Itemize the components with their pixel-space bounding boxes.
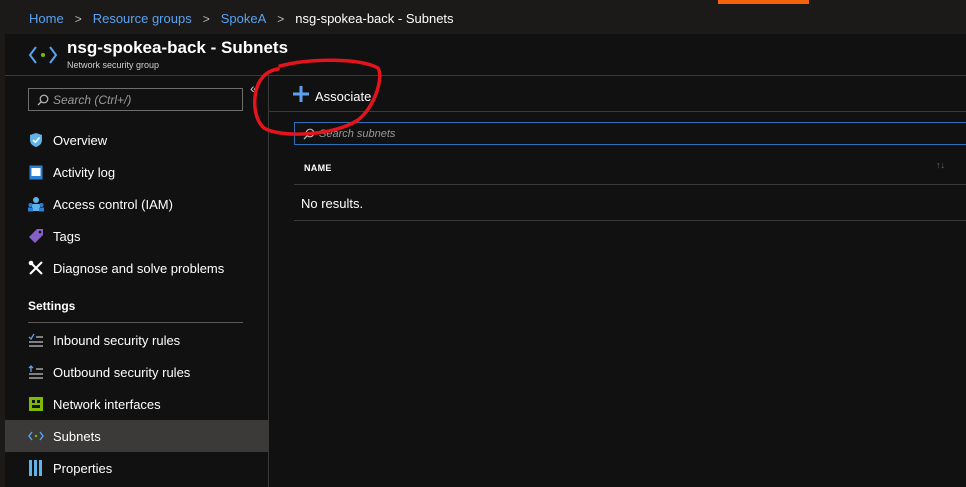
search-icon bbox=[303, 127, 315, 145]
main-content: Associate NAME ↑↓ No results. bbox=[269, 76, 966, 487]
network-interface-icon bbox=[28, 396, 44, 412]
search-icon bbox=[37, 93, 49, 111]
sidebar-item-label: Activity log bbox=[53, 164, 116, 180]
sidebar-item-access-control[interactable]: Access control (IAM) bbox=[5, 188, 268, 220]
breadcrumb-spokea[interactable]: SpokeA bbox=[221, 11, 267, 26]
menu-search-box[interactable] bbox=[28, 88, 243, 111]
shield-icon bbox=[28, 132, 44, 148]
sidebar-item-diagnose[interactable]: Diagnose and solve problems bbox=[5, 252, 268, 284]
subnet-search-box[interactable] bbox=[294, 122, 966, 145]
subnet-icon bbox=[28, 428, 44, 444]
activity-log-icon bbox=[28, 164, 44, 180]
sidebar-item-label: Access control (IAM) bbox=[53, 196, 173, 212]
subnet-search-input[interactable] bbox=[319, 123, 959, 144]
sidebar-item-properties[interactable]: Properties bbox=[5, 452, 268, 484]
menu-search-input[interactable] bbox=[53, 89, 233, 110]
chevron-right-icon: > bbox=[74, 11, 82, 26]
breadcrumb-current: nsg-spokea-back - Subnets bbox=[295, 11, 454, 26]
chevron-right-icon: > bbox=[277, 11, 285, 26]
associate-button[interactable]: Associate bbox=[293, 86, 371, 107]
sidebar-item-activity-log[interactable]: Activity log bbox=[5, 156, 268, 188]
network-security-group-icon bbox=[28, 42, 58, 73]
sidebar-item-network-interfaces[interactable]: Network interfaces bbox=[5, 388, 268, 420]
outbound-rules-icon bbox=[28, 364, 44, 380]
breadcrumb-bar: Home > Resource groups > SpokeA > nsg-sp… bbox=[0, 0, 966, 34]
sidebar-item-inbound-rules[interactable]: Inbound security rules bbox=[5, 324, 268, 356]
table-row: No results. bbox=[294, 185, 966, 221]
blade-header: nsg-spokea-back - Subnets Network securi… bbox=[5, 34, 966, 76]
notification-accent bbox=[718, 0, 809, 4]
resource-menu: « Overview Activity log Access control (… bbox=[5, 76, 269, 487]
column-header-name[interactable]: NAME bbox=[304, 163, 332, 173]
sidebar-item-label: Diagnose and solve problems bbox=[53, 260, 225, 276]
properties-icon bbox=[28, 460, 44, 476]
grid-header: NAME ↑↓ bbox=[294, 154, 966, 185]
tag-icon bbox=[28, 228, 44, 244]
sort-icon[interactable]: ↑↓ bbox=[936, 160, 945, 170]
sidebar-item-label: Network interfaces bbox=[53, 396, 161, 412]
breadcrumb: Home > Resource groups > SpokeA > nsg-sp… bbox=[29, 11, 454, 26]
settings-section-header: Settings bbox=[28, 299, 76, 313]
wrench-icon bbox=[28, 260, 44, 276]
command-bar: Associate bbox=[269, 76, 966, 112]
chevron-right-icon: > bbox=[202, 11, 210, 26]
plus-icon bbox=[293, 86, 309, 107]
sidebar-item-label: Overview bbox=[53, 132, 108, 148]
blade: nsg-spokea-back - Subnets Network securi… bbox=[5, 34, 966, 487]
sidebar-item-overview[interactable]: Overview bbox=[5, 124, 268, 156]
associate-label: Associate bbox=[315, 89, 372, 104]
sidebar-item-label: Subnets bbox=[53, 428, 101, 444]
breadcrumb-home[interactable]: Home bbox=[29, 11, 64, 26]
inbound-rules-icon bbox=[28, 332, 44, 348]
collapse-menu-button[interactable]: « bbox=[250, 80, 258, 96]
page-title: nsg-spokea-back - Subnets bbox=[67, 38, 289, 57]
page-subtitle: Network security group bbox=[67, 60, 160, 70]
sidebar-item-label: Tags bbox=[53, 228, 81, 244]
sidebar-item-tags[interactable]: Tags bbox=[5, 220, 268, 252]
sidebar-item-label: Inbound security rules bbox=[53, 332, 181, 348]
sidebar-item-outbound-rules[interactable]: Outbound security rules bbox=[5, 356, 268, 388]
breadcrumb-resource-groups[interactable]: Resource groups bbox=[93, 11, 192, 26]
people-icon bbox=[28, 196, 44, 212]
sidebar-item-label: Properties bbox=[53, 460, 113, 476]
empty-state-text: No results. bbox=[301, 196, 364, 211]
sidebar-item-label: Outbound security rules bbox=[53, 364, 191, 380]
sidebar-item-subnets[interactable]: Subnets bbox=[5, 420, 268, 452]
section-divider bbox=[28, 322, 243, 323]
